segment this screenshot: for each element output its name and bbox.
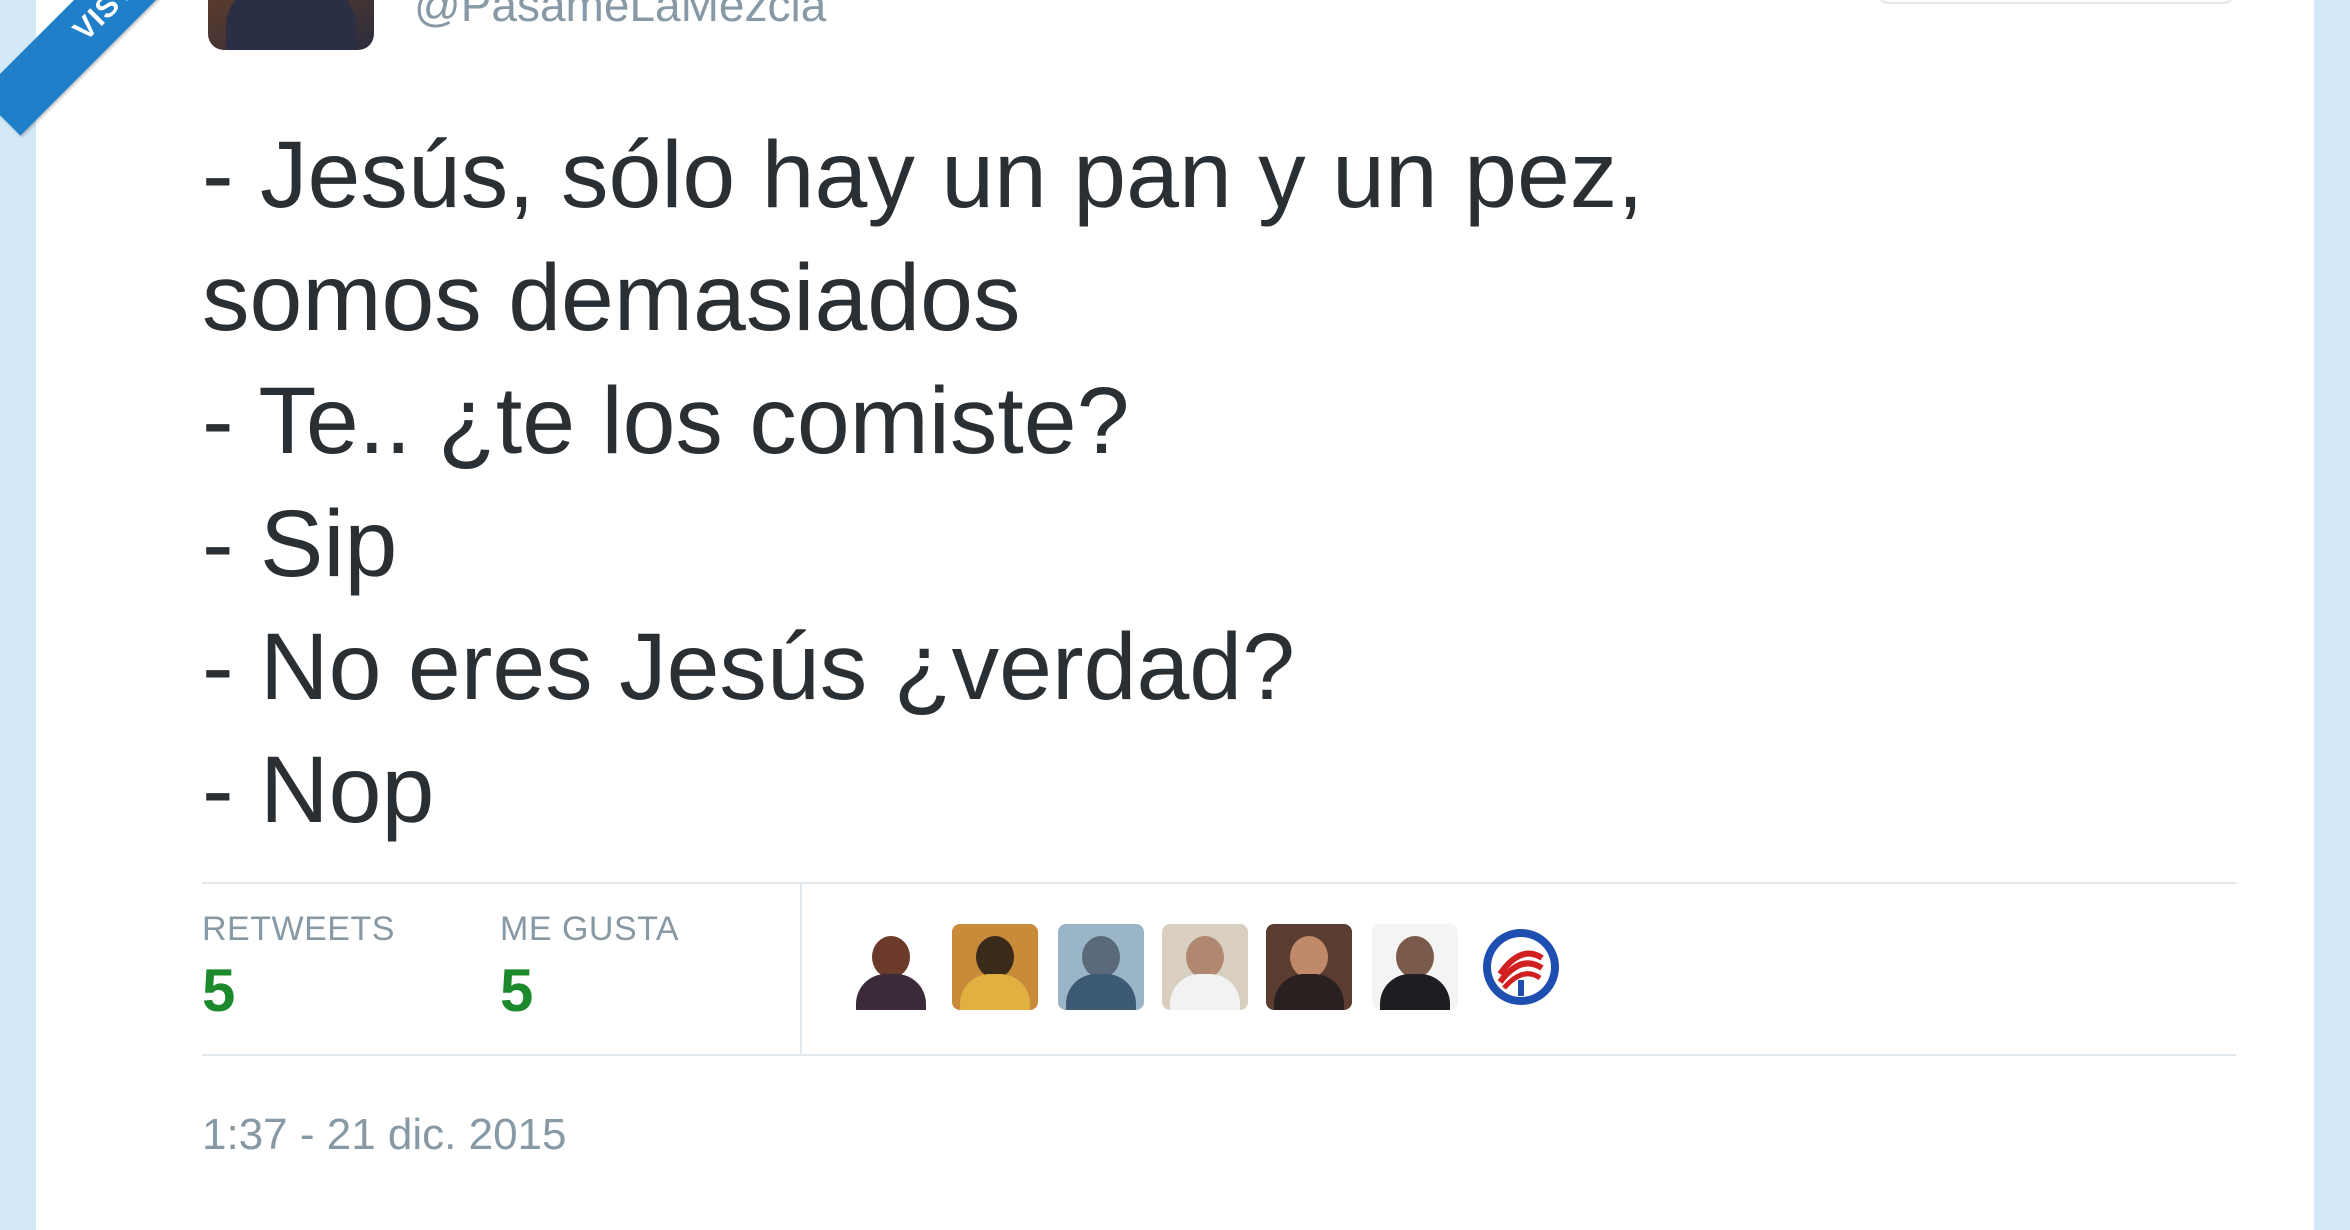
liker-avatar[interactable]: [1266, 924, 1352, 1010]
likes-count: 5: [500, 957, 534, 1024]
divider: [800, 884, 802, 1054]
tweet-line: - Te.. ¿te los comiste?: [202, 368, 1130, 474]
retweets-label: RETWEETS: [202, 910, 395, 948]
visto-badge: VISTO: [0, 0, 233, 136]
tweet-line: - No eres Jesús ¿verdad?: [202, 614, 1295, 720]
emblem-icon: [1483, 929, 1559, 1005]
likes-label: ME GUSTA: [500, 910, 680, 948]
tweet-text: - Jesús, sólo hay un pan y un pez, somos…: [202, 114, 2202, 852]
author-avatar[interactable]: [208, 0, 374, 50]
liker-avatar[interactable]: [1372, 924, 1458, 1010]
page: VISTO @PasameLaMezcla - Jesús, sólo hay …: [0, 0, 2350, 1230]
tweet-line: somos demasiados: [202, 245, 1021, 351]
liker-avatar[interactable]: [848, 924, 934, 1010]
tweet-line: - Nop: [202, 737, 435, 843]
liker-avatar[interactable]: [952, 924, 1038, 1010]
follow-button[interactable]: [1878, 0, 2234, 4]
retweets-stat[interactable]: RETWEETS 5: [202, 910, 395, 1023]
author-handle[interactable]: @PasameLaMezcla: [414, 0, 826, 32]
follow-person-icon: [1782, 0, 1812, 7]
tweet-timestamp[interactable]: 1:37 - 21 dic. 2015: [202, 1110, 566, 1160]
divider: [202, 1054, 2236, 1056]
liker-avatar[interactable]: [1162, 924, 1248, 1010]
retweets-count: 5: [202, 957, 236, 1024]
tweet-line: - Jesús, sólo hay un pan y un pez,: [202, 122, 1644, 228]
liker-avatar[interactable]: [1058, 924, 1144, 1010]
badge-text: VISTO: [67, 0, 158, 48]
likes-stat[interactable]: ME GUSTA 5: [500, 910, 679, 1023]
divider: [202, 882, 2236, 884]
tweet-card: VISTO @PasameLaMezcla - Jesús, sólo hay …: [0, 0, 2314, 1230]
tweet-line: - Sip: [202, 491, 398, 597]
liker-avatar[interactable]: [1478, 924, 1564, 1010]
